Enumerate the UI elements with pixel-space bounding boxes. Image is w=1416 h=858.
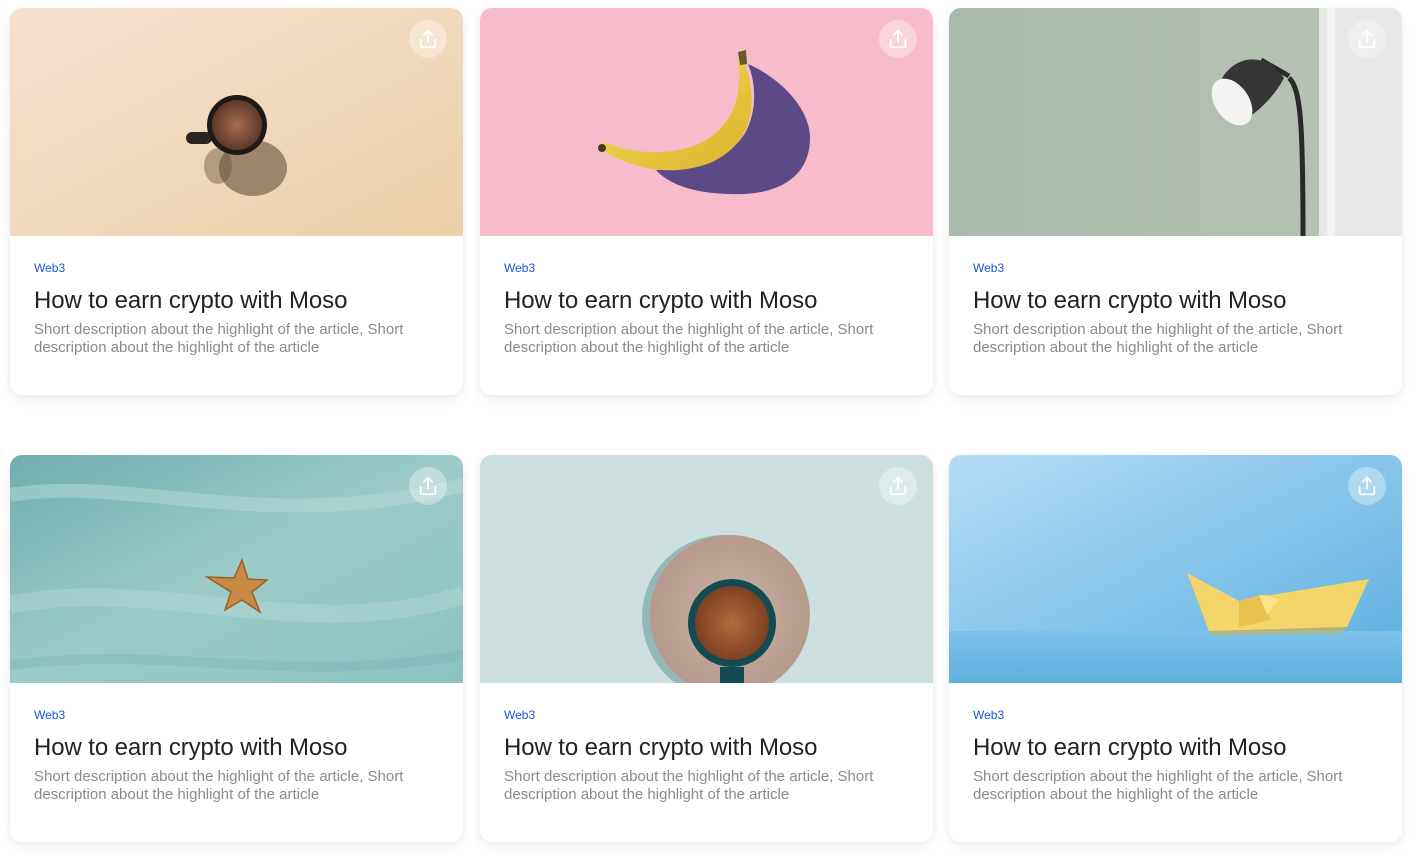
share-button[interactable] [879, 467, 917, 505]
article-card[interactable]: Web3 How to earn crypto with Moso Short … [949, 455, 1402, 842]
article-image-coffee-saucer[interactable] [480, 455, 933, 683]
share-upload-icon [419, 29, 437, 49]
article-title[interactable]: How to earn crypto with Moso [504, 287, 909, 315]
article-tag[interactable]: Web3 [34, 708, 439, 722]
article-image-lamp[interactable] [949, 8, 1402, 236]
share-button[interactable] [409, 20, 447, 58]
article-description: Short description about the highlight of… [34, 768, 404, 803]
coffee-saucer-image [480, 455, 933, 683]
paper-boat-image [949, 455, 1402, 683]
banana-image [480, 8, 933, 236]
article-title[interactable]: How to earn crypto with Moso [973, 734, 1378, 762]
article-tag[interactable]: Web3 [34, 261, 439, 275]
article-card[interactable]: Web3 How to earn crypto with Moso Short … [10, 455, 463, 842]
share-upload-icon [889, 476, 907, 496]
article-tag[interactable]: Web3 [973, 708, 1378, 722]
article-card[interactable]: Web3 How to earn crypto with Moso Short … [10, 8, 463, 395]
article-title[interactable]: How to earn crypto with Moso [34, 734, 439, 762]
share-upload-icon [1358, 29, 1376, 49]
article-description: Short description about the highlight of… [34, 321, 404, 356]
article-card[interactable]: Web3 How to earn crypto with Moso Short … [480, 8, 933, 395]
share-upload-icon [1358, 476, 1376, 496]
article-description: Short description about the highlight of… [973, 321, 1343, 356]
article-tag[interactable]: Web3 [504, 708, 909, 722]
article-description: Short description about the highlight of… [973, 768, 1343, 803]
floor-lamp-image [949, 8, 1402, 236]
article-image-coffee[interactable] [10, 8, 463, 236]
article-tag[interactable]: Web3 [504, 261, 909, 275]
share-button[interactable] [1348, 20, 1386, 58]
article-description: Short description about the highlight of… [504, 321, 874, 356]
article-title[interactable]: How to earn crypto with Moso [34, 287, 439, 315]
share-button[interactable] [879, 20, 917, 58]
share-upload-icon [889, 29, 907, 49]
share-upload-icon [419, 476, 437, 496]
article-card[interactable]: Web3 How to earn crypto with Moso Short … [949, 8, 1402, 395]
article-tag[interactable]: Web3 [973, 261, 1378, 275]
share-button[interactable] [409, 467, 447, 505]
article-title[interactable]: How to earn crypto with Moso [973, 287, 1378, 315]
article-image-paper-boat[interactable] [949, 455, 1402, 683]
coffee-cup-image [10, 8, 463, 236]
article-title[interactable]: How to earn crypto with Moso [504, 734, 909, 762]
share-button[interactable] [1348, 467, 1386, 505]
article-image-starfish[interactable] [10, 455, 463, 683]
article-description: Short description about the highlight of… [504, 768, 874, 803]
starfish-image [10, 455, 463, 683]
article-image-banana[interactable] [480, 8, 933, 236]
article-card[interactable]: Web3 How to earn crypto with Moso Short … [480, 455, 933, 842]
